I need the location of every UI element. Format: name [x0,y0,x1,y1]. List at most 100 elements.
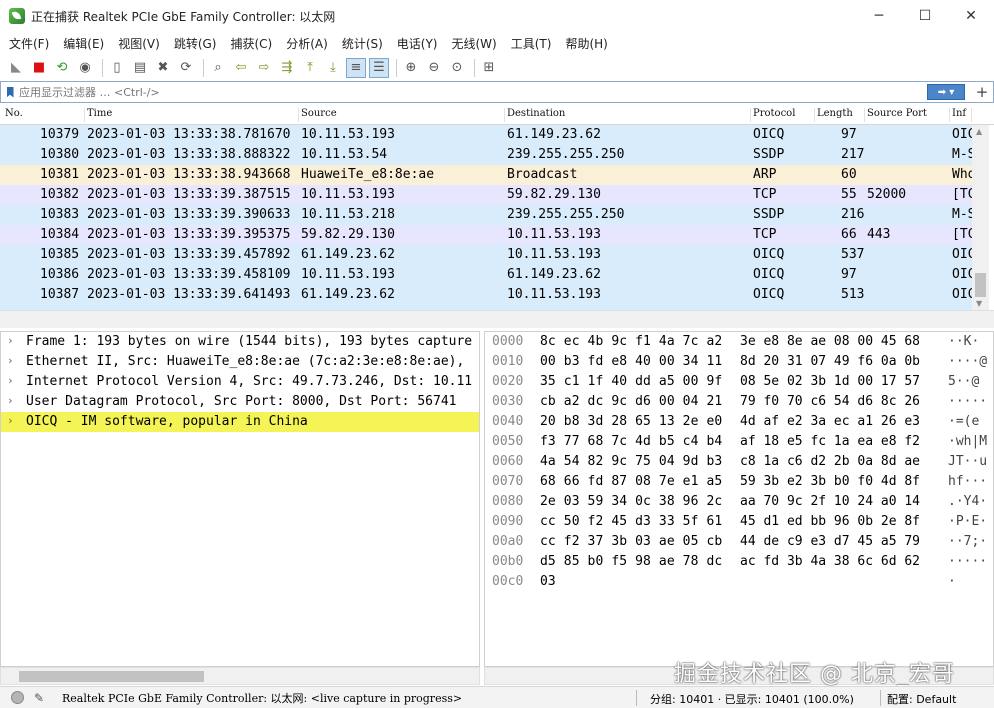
maximize-button[interactable]: ☐ [902,0,948,32]
packet-cell-time: 2023-01-03 13:33:39.458109 [87,267,291,282]
detail-tree-item[interactable]: › Frame 1: 193 bytes on wire (1544 bits),… [1,332,479,352]
packet-list-hscrollbar[interactable] [0,310,994,328]
details-hscrollbar[interactable] [0,667,480,685]
menu-item-7[interactable]: 电话(Y) [397,35,438,52]
zoom-in-icon[interactable]: ⊕ [401,58,421,78]
options-icon[interactable]: ◉ [75,58,95,78]
packet-row[interactable]: 10381 2023-01-03 13:33:38.943668 HuaweiTe_… [0,165,975,185]
packet-list-scrollbar[interactable]: ▲ ▼ [972,125,989,310]
hex-bytes: 79 f0 70 c6 54 d6 8c 26 [740,394,921,409]
packet-cell-len: 97 [841,267,857,282]
packet-row[interactable]: 10384 2023-01-03 13:33:39.395375 59.82.29.… [0,225,975,245]
expert-info-icon[interactable] [11,691,24,704]
main-toolbar: ◣ ■ ⟲ ◉ ▯ ▤ ✖ ⟳ ⌕ ⇦ ⇨ ⇶ ⤒ ⤓ ≡ ☰ ⊕ ⊖ ⊙ ⊞ [0,54,994,81]
autoscroll-icon[interactable]: ≡ [346,57,366,78]
find-icon[interactable]: ⌕ [208,58,228,78]
hex-offset: 0030 [492,394,524,409]
reload-icon[interactable]: ⟳ [176,58,196,78]
packet-cell-proto: ARP [753,167,777,182]
back-icon[interactable]: ⇦ [231,58,251,78]
hex-offset: 00b0 [492,554,524,569]
packet-cell-no: 10384 [40,227,80,242]
menu-item-10[interactable]: 帮助(H) [565,35,607,52]
zoom-normal-icon[interactable]: ⊙ [447,58,467,78]
chevron-right-icon[interactable]: › [7,354,14,367]
menu-item-6[interactable]: 统计(S) [342,35,383,52]
chevron-right-icon[interactable]: › [7,394,14,407]
scroll-up-icon[interactable]: ▲ [976,127,982,136]
toolbar-separator [396,58,397,77]
packet-cell-proto: OICQ [753,247,785,262]
column-header-1[interactable]: Time [87,108,299,122]
title-bar: 正在捕获 Realtek PCIe GbE Family Controller:… [0,0,994,32]
packet-row[interactable]: 10380 2023-01-03 13:33:38.888322 10.11.53.… [0,145,975,165]
scroll-thumb[interactable] [19,671,204,682]
menu-item-1[interactable]: 编辑(E) [63,35,104,52]
detail-tree-item[interactable]: › User Datagram Protocol, Src Port: 8000,… [1,392,479,412]
detail-tree-item[interactable]: › OICQ - IM software, popular in China [1,412,479,432]
detail-tree-item[interactable]: › Internet Protocol Version 4, Src: 49.7.… [1,372,479,392]
menu-item-4[interactable]: 捕获(C) [230,35,272,52]
goto-icon[interactable]: ⇶ [277,58,297,78]
chevron-right-icon[interactable]: › [7,334,14,347]
packet-cell-sport: 443 [867,227,891,242]
open-icon[interactable]: ▯ [107,58,127,78]
hex-bytes: 08 5e 02 3b 1d 00 17 57 [740,374,921,389]
menu-item-2[interactable]: 视图(V) [118,35,160,52]
chevron-right-icon[interactable]: › [7,374,14,387]
packet-row[interactable]: 10385 2023-01-03 13:33:39.457892 61.149.23… [0,245,975,265]
packet-cell-no: 10386 [40,267,80,282]
close-file-icon[interactable]: ✖ [153,58,173,78]
restart-icon[interactable]: ⟲ [52,58,72,78]
add-filter-button[interactable]: + [971,83,993,101]
column-header-6[interactable]: Source Port [867,108,950,122]
menu-item-5[interactable]: 分析(A) [286,35,328,52]
packet-cell-len: 60 [841,167,857,182]
packet-row[interactable]: 10386 2023-01-03 13:33:39.458109 10.11.53.… [0,265,975,285]
hex-ascii: JT··u [948,454,988,469]
apply-filter-button[interactable]: ➡ ▾ [927,84,965,100]
close-button[interactable]: ✕ [948,0,994,32]
menu-item-9[interactable]: 工具(T) [511,35,552,52]
hex-bytes: 45 d1 ed bb 96 0b 2e 8f [740,514,921,529]
packet-cell-dst: 61.149.23.62 [507,267,601,282]
detail-tree-item[interactable]: › Ethernet II, Src: HuaweiTe_e8:8e:ae (7c… [1,352,479,372]
column-header-7[interactable]: Inf [952,108,972,122]
column-header-3[interactable]: Destination [507,108,751,122]
last-icon[interactable]: ⤓ [323,58,343,78]
packet-cell-time: 2023-01-03 13:33:39.457892 [87,247,291,262]
column-header-2[interactable]: Source [301,108,505,122]
packet-list-header: No. Time Source Destination Protocol Length So… [0,105,994,125]
menu-item-0[interactable]: 文件(F) [9,35,49,52]
scroll-down-icon[interactable]: ▼ [976,299,982,308]
stop-icon[interactable]: ■ [29,58,49,78]
colorize-icon[interactable]: ☰ [369,57,389,78]
display-filter-input[interactable] [19,83,927,101]
menu-item-3[interactable]: 跳转(G) [174,35,217,52]
capture-comment-icon[interactable]: ✎ [34,691,48,705]
shark-fin-icon[interactable]: ◣ [6,58,26,78]
hex-ascii: ····· [948,554,988,569]
chevron-right-icon[interactable]: › [7,414,14,427]
save-icon[interactable]: ▤ [130,58,150,78]
profile-label[interactable]: 配置: Default [887,691,956,707]
forward-icon[interactable]: ⇨ [254,58,274,78]
hex-bytes: c8 1a c6 d2 2b 0a 8d ae [740,454,921,469]
packet-cell-src: 10.11.53.193 [301,127,395,142]
scroll-thumb[interactable] [975,273,986,297]
packet-row[interactable]: 10387 2023-01-03 13:33:39.641493 61.149.23… [0,285,975,305]
hex-bytes: 35 c1 1f 40 dd a5 00 9f [540,374,723,389]
resize-columns-icon[interactable]: ⊞ [479,58,499,78]
zoom-out-icon[interactable]: ⊖ [424,58,444,78]
packet-row[interactable]: 10383 2023-01-03 13:33:39.390633 10.11.53.… [0,205,975,225]
menu-item-8[interactable]: 无线(W) [452,35,497,52]
column-header-0[interactable]: No. [5,108,85,122]
bookmark-icon[interactable] [1,82,19,102]
first-icon[interactable]: ⤒ [300,58,320,78]
packet-row[interactable]: 10379 2023-01-03 13:33:38.781670 10.11.53.… [0,125,975,145]
column-header-5[interactable]: Length [817,108,865,122]
packet-cell-time: 2023-01-03 13:33:39.390633 [87,207,291,222]
packet-row[interactable]: 10382 2023-01-03 13:33:39.387515 10.11.53.… [0,185,975,205]
minimize-button[interactable]: ─ [856,0,902,32]
column-header-4[interactable]: Protocol [753,108,815,122]
